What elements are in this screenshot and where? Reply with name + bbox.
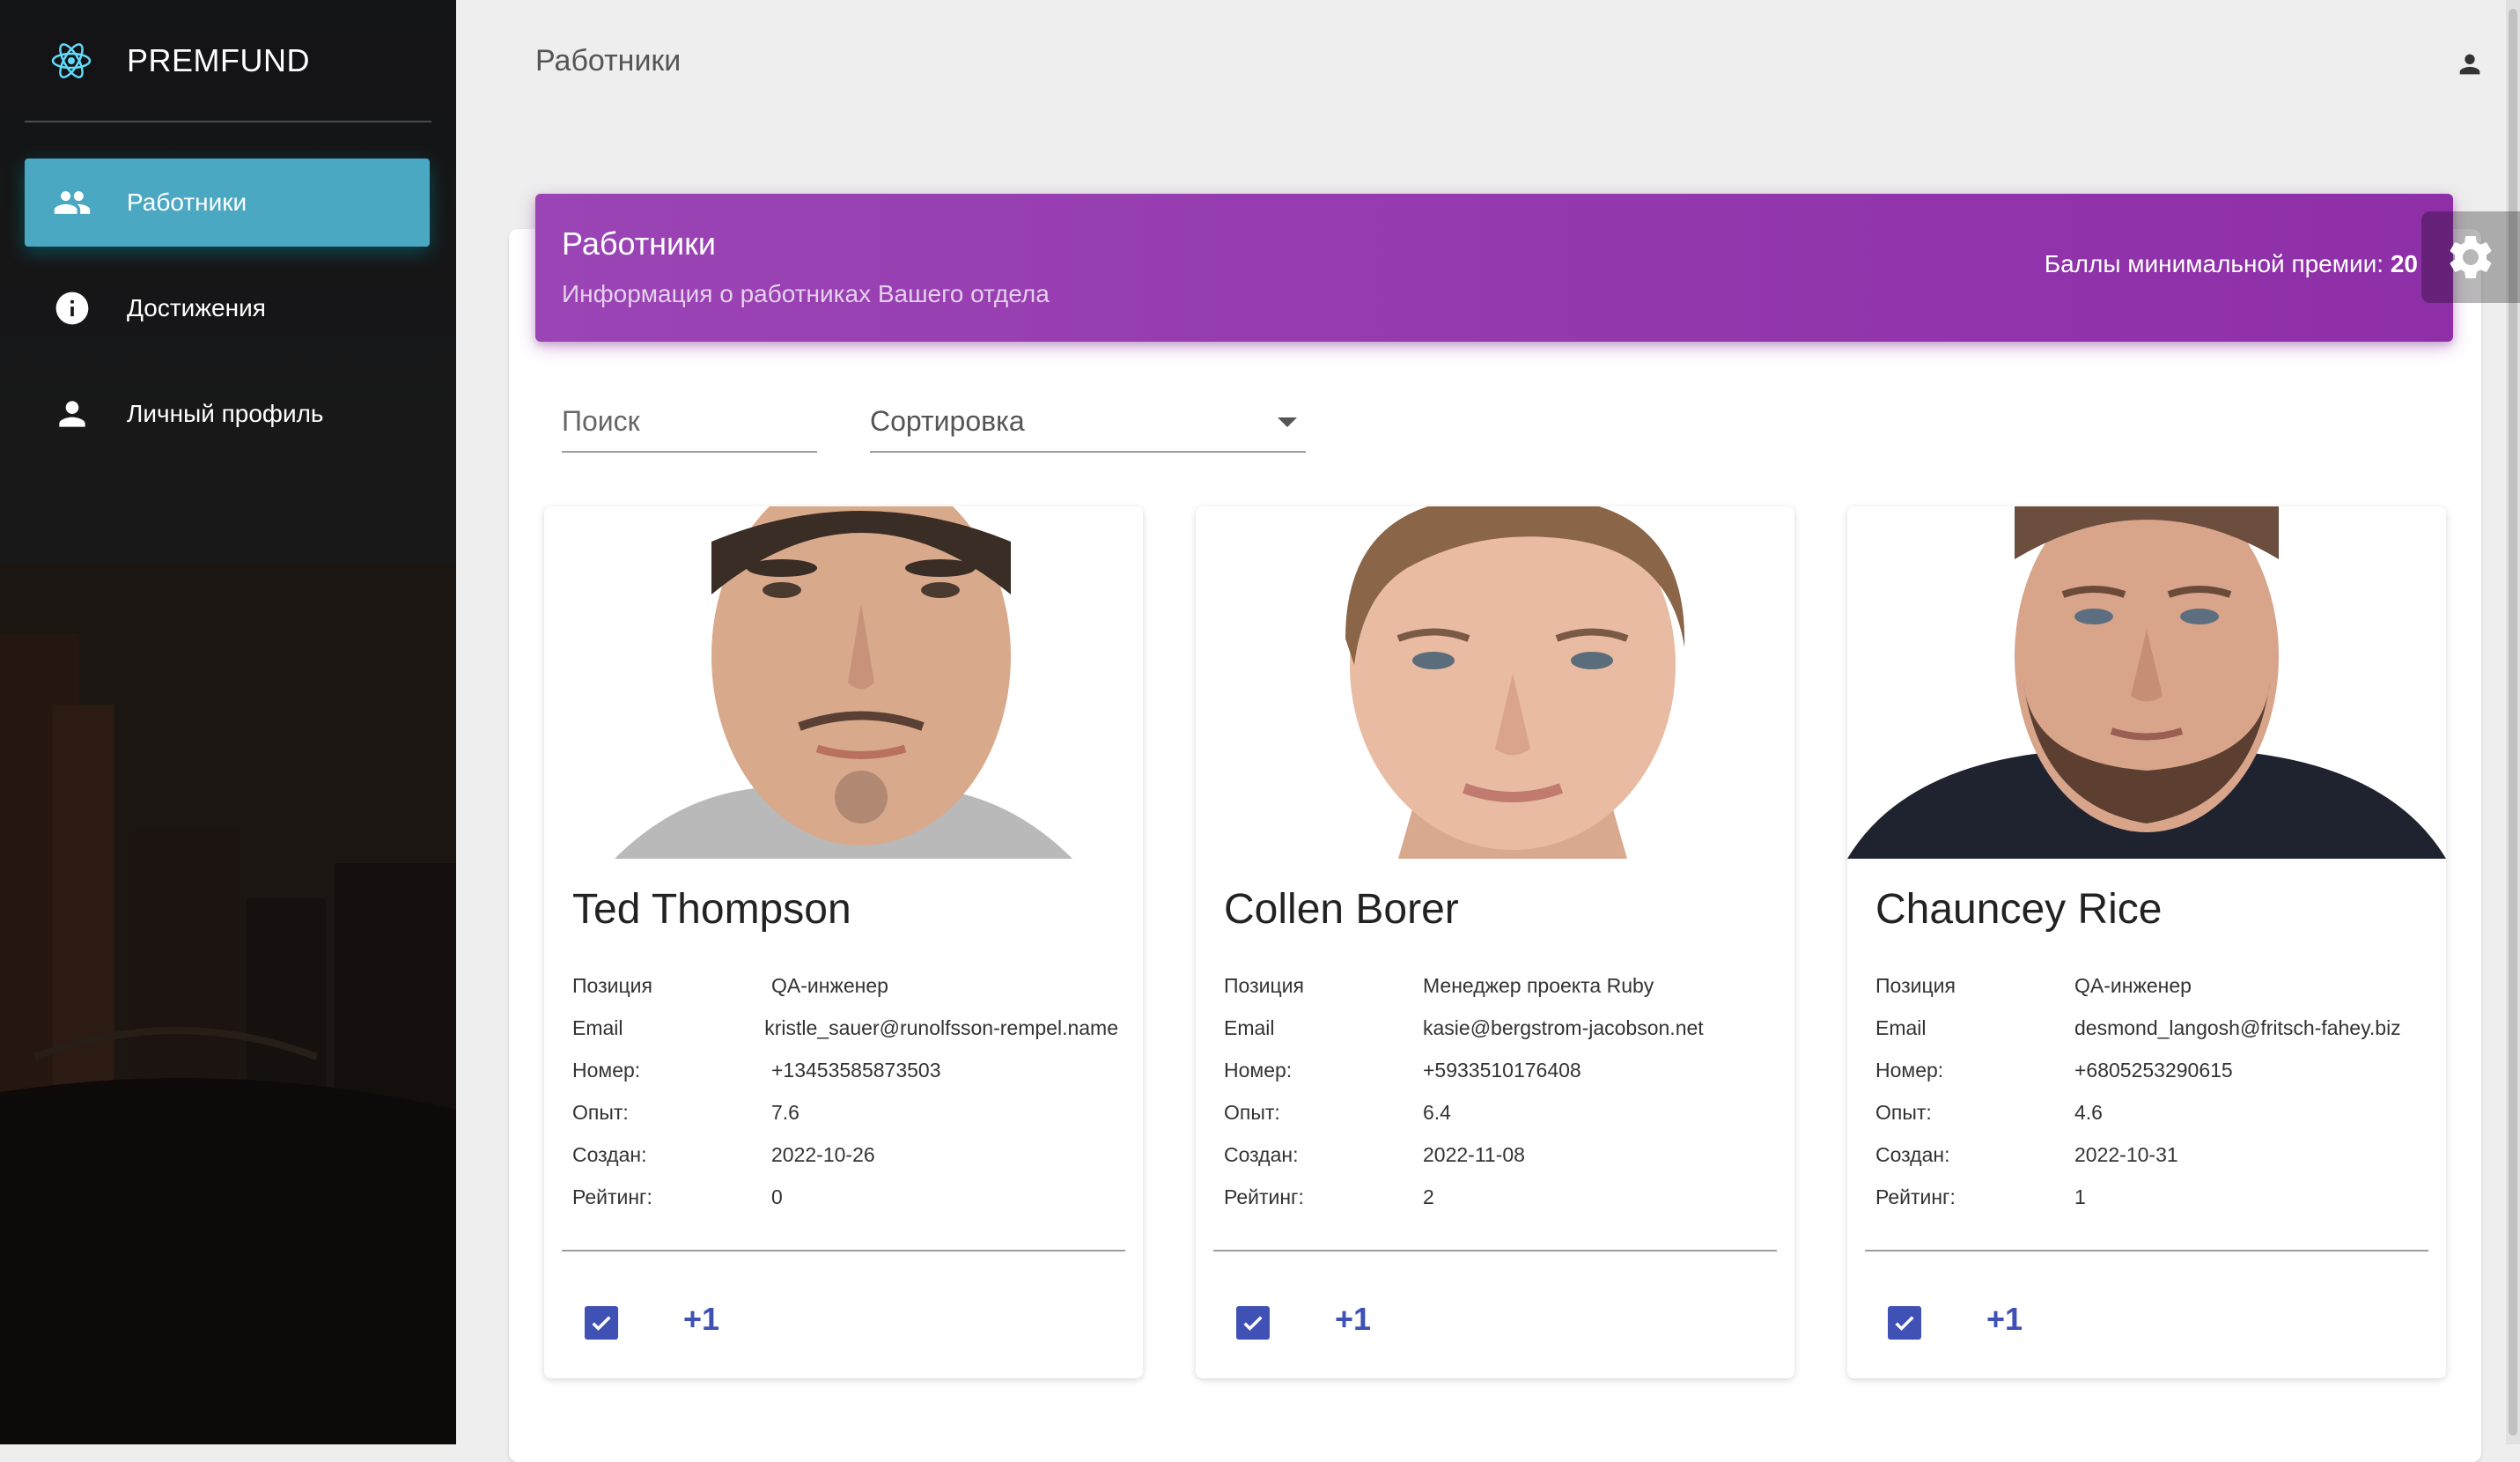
info-row-rating: Рейтинг: 1 — [1875, 1185, 2086, 1208]
divider — [1865, 1250, 2428, 1252]
employee-name: Chauncey Rice — [1875, 886, 2163, 933]
card-title: Работники — [562, 225, 717, 262]
info-row-experience: Опыт: 6.4 — [1224, 1100, 1451, 1124]
employee-info: Позиция QA-инженер Email desmond_langosh@f… — [1875, 964, 2421, 1218]
sidebar: PREMFUND Работники Достижения Личный про… — [0, 0, 456, 1444]
people-icon — [53, 183, 92, 222]
select-checkbox[interactable] — [1888, 1306, 1921, 1340]
brand-name: PREMFUND — [127, 42, 310, 78]
info-row-position: Позиция Менеджер проекта Ruby — [1224, 973, 1654, 997]
sidebar-item-achievements[interactable]: Достижения — [25, 264, 430, 352]
employee-photo — [1847, 506, 2446, 859]
sidebar-item-profile[interactable]: Личный профиль — [25, 370, 430, 458]
gear-icon — [2450, 236, 2492, 278]
plus-one-button[interactable]: +1 — [683, 1301, 719, 1338]
info-row-position: Позиция QA-инженер — [572, 973, 888, 997]
info-row-email: Email kasie@bergstrom-jacobson.net — [1224, 1015, 1704, 1039]
sidebar-nav: Работники Достижения Личный профиль — [25, 159, 430, 476]
info-row-email: Email kristle_sauer@runolfsson-rempel.nam… — [572, 1015, 1118, 1039]
person-icon — [53, 395, 92, 433]
checkmark-icon — [1243, 1316, 1263, 1331]
divider — [1213, 1250, 1777, 1252]
account-icon[interactable] — [2455, 49, 2485, 79]
sort-label: Сортировка — [870, 405, 1025, 437]
employee-photo — [544, 506, 1143, 859]
bonus-value: 20 — [2390, 250, 2418, 277]
checkmark-icon — [1895, 1316, 1914, 1331]
info-row-rating: Рейтинг: 0 — [572, 1185, 783, 1208]
search-input[interactable] — [562, 405, 817, 438]
plus-one-button[interactable]: +1 — [1986, 1301, 2023, 1338]
card-subtitle: Информация о работниках Вашего отдела — [562, 280, 1050, 307]
info-icon — [53, 289, 92, 328]
employee-card: Chauncey Rice Позиция QA-инженер Email des… — [1847, 506, 2446, 1378]
sort-select[interactable]: Сортировка — [870, 405, 1306, 453]
info-row-phone: Номер: +6805253290615 — [1875, 1058, 2233, 1082]
info-row-created: Создан: 2022-10-31 — [1875, 1142, 2178, 1166]
employee-name: Collen Borer — [1224, 886, 1459, 933]
divider — [25, 121, 431, 122]
employee-photo — [1196, 506, 1794, 859]
employee-card: Ted Thompson Позиция QA-инженер Email kris… — [544, 506, 1143, 1378]
react-logo-icon — [51, 43, 92, 78]
brand[interactable]: PREMFUND — [0, 0, 456, 122]
chevron-down-icon — [1278, 417, 1297, 427]
checkmark-icon — [592, 1316, 611, 1331]
select-checkbox[interactable] — [585, 1306, 618, 1340]
bonus-points: Баллы минимальной премии: 20 — [2045, 250, 2418, 278]
info-row-phone: Номер: +13453585873503 — [572, 1058, 941, 1082]
plus-one-button[interactable]: +1 — [1335, 1301, 1371, 1338]
info-row-created: Создан: 2022-11-08 — [1224, 1142, 1525, 1166]
info-row-experience: Опыт: 4.6 — [1875, 1100, 2103, 1124]
divider — [562, 1250, 1125, 1252]
sidebar-item-label: Работники — [127, 188, 247, 216]
info-row-rating: Рейтинг: 2 — [1224, 1185, 1434, 1208]
employee-info: Позиция Менеджер проекта Ruby Email kasie@… — [1224, 964, 1770, 1218]
sidebar-item-label: Личный профиль — [127, 400, 324, 427]
select-checkbox[interactable] — [1236, 1306, 1270, 1340]
info-row-experience: Опыт: 7.6 — [572, 1100, 799, 1124]
bonus-label: Баллы минимальной премии: — [2044, 250, 2384, 277]
settings-button[interactable] — [2421, 211, 2520, 303]
search-field — [562, 405, 817, 453]
info-row-created: Создан: 2022-10-26 — [572, 1142, 875, 1166]
employee-name: Ted Thompson — [572, 886, 851, 933]
info-row-position: Позиция QA-инженер — [1875, 973, 2192, 997]
page-title: Работники — [535, 44, 682, 78]
sidebar-item-employees[interactable]: Работники — [25, 159, 430, 247]
employee-card: Collen Borer Позиция Менеджер проекта Rub… — [1196, 506, 1794, 1378]
info-row-email: Email desmond_langosh@fritsch-fahey.biz — [1875, 1015, 2401, 1039]
card-header: Работники Информация о работниках Вашего… — [535, 194, 2453, 342]
info-row-phone: Номер: +5933510176408 — [1224, 1058, 1581, 1082]
sidebar-item-label: Достижения — [127, 294, 266, 321]
employee-info: Позиция QA-инженер Email kristle_sauer@run… — [572, 964, 1118, 1218]
